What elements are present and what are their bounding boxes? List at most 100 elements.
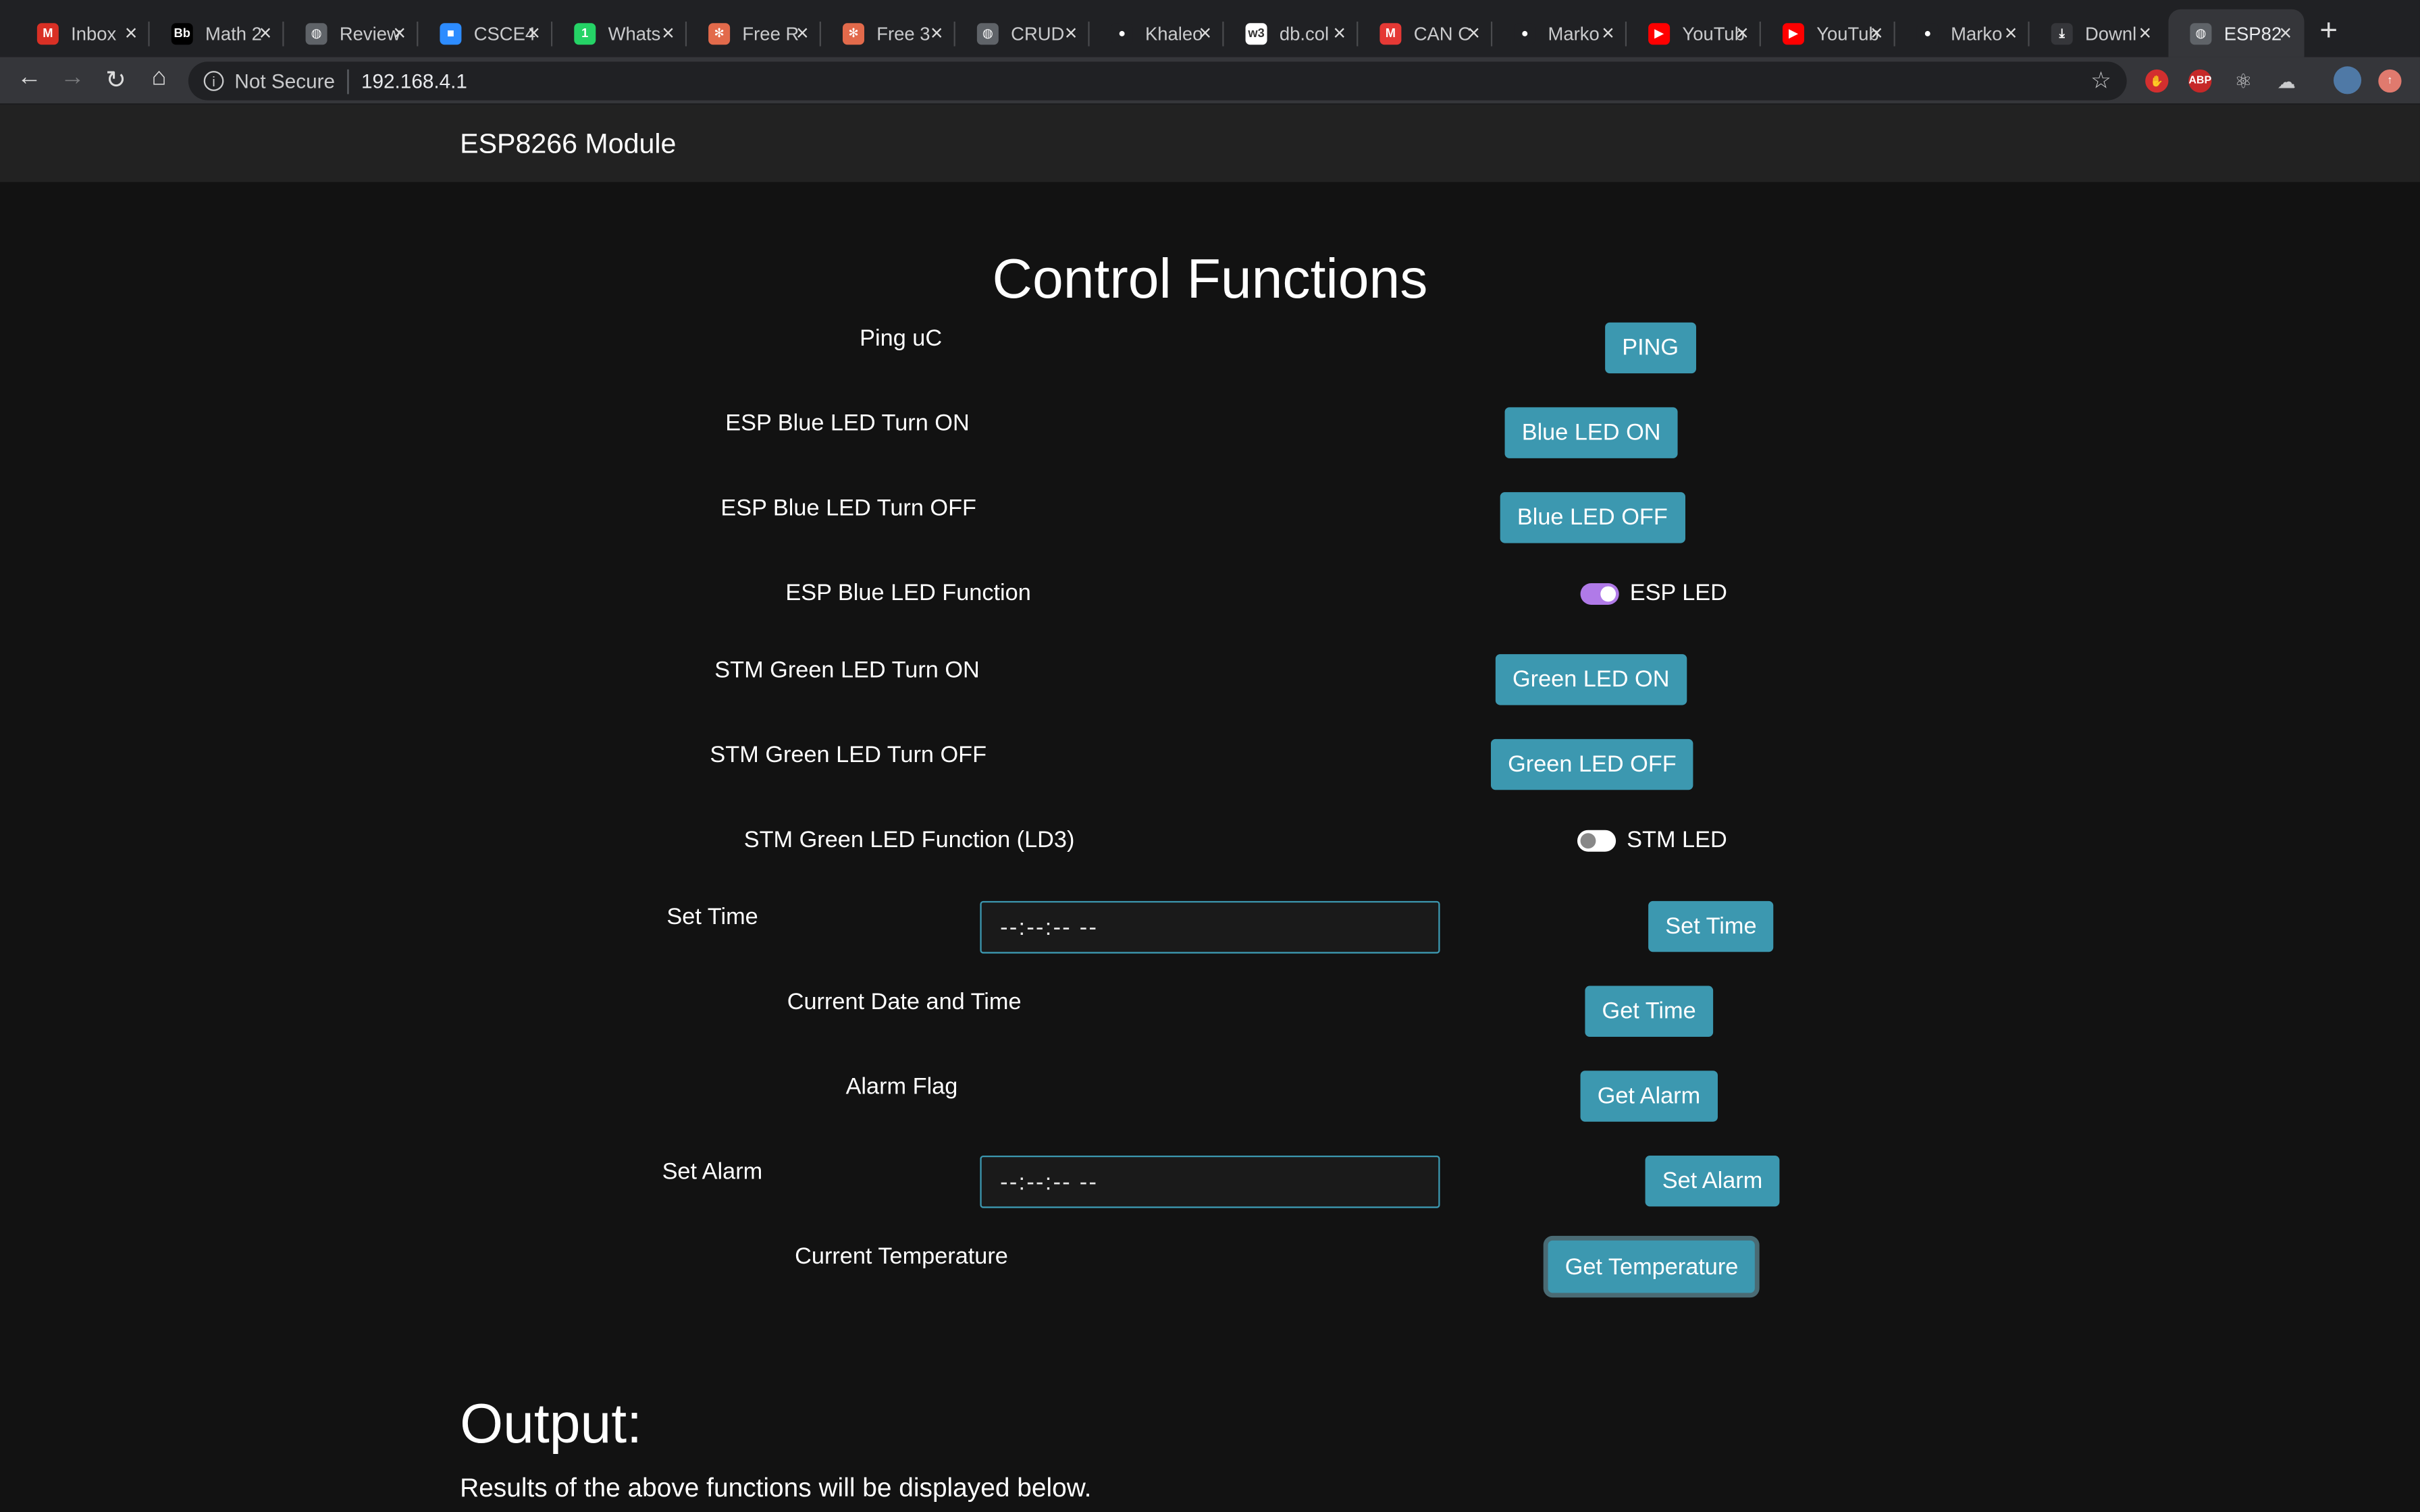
w3schools-icon: w3	[1245, 22, 1267, 45]
youtube-icon: ▶	[1782, 22, 1804, 45]
navbar-brand[interactable]: ESP8266 Module	[460, 128, 676, 161]
esp-led-toggle[interactable]: ESP LED	[1580, 580, 1727, 607]
blue-led-function-label: ESP Blue LED Function	[785, 580, 1031, 607]
browser-tab[interactable]: ✻ Free R ×	[687, 9, 821, 57]
tab-title: Free R	[742, 22, 799, 45]
whatsapp-icon: 1	[574, 22, 596, 45]
adblock-icon[interactable]: ABP	[2188, 69, 2212, 93]
browser-tab[interactable]: ▶ YouTub ×	[1761, 9, 1895, 57]
page-navbar	[0, 105, 2420, 182]
blue-led-off-label: ESP Blue LED Turn OFF	[720, 495, 976, 522]
stm-led-switch[interactable]	[1577, 829, 1616, 851]
browser-tab[interactable]: M Inbox ×	[16, 9, 150, 57]
close-tab-icon[interactable]: ×	[1065, 20, 1078, 45]
browser-tab[interactable]: ◍ CRUD ×	[955, 9, 1090, 57]
globe-icon: ◍	[2190, 22, 2212, 45]
close-tab-icon[interactable]: ×	[259, 20, 272, 45]
close-tab-icon[interactable]: ×	[527, 20, 540, 45]
forward-icon[interactable]: →	[57, 65, 88, 92]
green-led-off-button[interactable]: Green LED OFF	[1490, 738, 1693, 790]
set-time-button[interactable]: Set Time	[1648, 900, 1774, 952]
browser-tab[interactable]: ◍ ESP82 ×	[2168, 9, 2305, 57]
tab-title: Marko	[1548, 22, 1600, 45]
extension-stop-icon[interactable]: ✋	[2145, 69, 2169, 93]
close-tab-icon[interactable]: ×	[1736, 20, 1749, 45]
close-tab-icon[interactable]: ×	[1333, 20, 1346, 45]
browser-tab[interactable]: ● Marko ×	[1895, 9, 2030, 57]
get-temperature-button[interactable]: Get Temperature	[1548, 1240, 1756, 1293]
blue-led-on-button[interactable]: Blue LED ON	[1504, 407, 1678, 458]
close-tab-icon[interactable]: ×	[2005, 20, 2018, 45]
browser-tab[interactable]: Bb Math 2 ×	[150, 9, 284, 57]
tab-title: CRUD	[1011, 22, 1065, 45]
close-tab-icon[interactable]: ×	[1602, 20, 1614, 45]
react-devtools-icon[interactable]: ⚛	[2232, 69, 2255, 92]
browser-tab[interactable]: ◍ Review ×	[284, 9, 419, 57]
new-tab-icon[interactable]: +	[2319, 14, 2338, 50]
tab-title: Marko	[1951, 22, 2003, 45]
close-tab-icon[interactable]: ×	[393, 20, 406, 45]
close-tab-icon[interactable]: ×	[930, 20, 943, 45]
set-time-label: Set Time	[666, 904, 758, 931]
tab-title: YouTub	[1682, 22, 1745, 45]
blackboard-icon: Bb	[171, 22, 193, 45]
pinwheel-icon: ✻	[842, 22, 864, 45]
github-icon: ●	[1514, 22, 1536, 45]
switch-knob	[1580, 832, 1596, 848]
esp-led-toggle-label: ESP LED	[1629, 580, 1727, 607]
browser-tab[interactable]: ■ CSCE4 ×	[418, 9, 553, 57]
close-tab-icon[interactable]: ×	[1199, 20, 1212, 45]
close-tab-icon[interactable]: ×	[2280, 20, 2292, 45]
green-led-on-button[interactable]: Green LED ON	[1495, 654, 1687, 705]
back-icon[interactable]: ←	[14, 65, 45, 92]
tab-title: Inbox	[71, 22, 117, 45]
github-icon: ●	[1916, 22, 1939, 45]
tab-title: Free 3	[876, 22, 930, 45]
avatar[interactable]	[2333, 66, 2362, 94]
tab-title: CSCE4	[473, 22, 536, 45]
ping-button[interactable]: PING	[1605, 322, 1696, 374]
close-tab-icon[interactable]: ×	[1467, 20, 1480, 45]
microchip-icon: M	[1379, 22, 1402, 45]
tab-title: db.col	[1279, 22, 1330, 45]
stm-led-toggle[interactable]: STM LED	[1577, 827, 1727, 853]
extensions-icon[interactable]: ☁	[2275, 70, 2298, 92]
esp-led-switch[interactable]	[1580, 582, 1619, 604]
blue-led-off-button[interactable]: Blue LED OFF	[1500, 492, 1685, 543]
tab-title: YouTub	[1816, 22, 1879, 45]
home-icon[interactable]: ⌂	[144, 65, 175, 92]
url-text[interactable]: 192.168.4.1	[361, 70, 467, 92]
zoom-icon: ■	[440, 22, 462, 45]
update-icon[interactable]: ↑	[2378, 69, 2402, 93]
page-title: Control Functions	[992, 246, 1428, 310]
close-tab-icon[interactable]: ×	[125, 20, 138, 45]
get-time-button[interactable]: Get Time	[1585, 986, 1713, 1037]
browser-tab[interactable]: ⤓ Downl ×	[2030, 9, 2164, 57]
get-alarm-button[interactable]: Get Alarm	[1580, 1071, 1718, 1122]
reload-icon[interactable]: ↻	[101, 65, 132, 96]
browser-tab[interactable]: 1 Whats ×	[552, 9, 687, 57]
info-icon[interactable]: i	[203, 71, 224, 91]
browser-tab[interactable]: ● Marko ×	[1492, 9, 1627, 57]
browser-toolbar: ← → ↻ ⌂ i Not Secure 192.168.4.1 ☆ ✋ ABP…	[0, 57, 2420, 105]
close-tab-icon[interactable]: ×	[1870, 20, 1883, 45]
address-bar[interactable]: i Not Secure 192.168.4.1 ☆	[188, 61, 2127, 101]
close-tab-icon[interactable]: ×	[662, 20, 675, 45]
browser-tab[interactable]: w3 db.col ×	[1224, 9, 1359, 57]
close-tab-icon[interactable]: ×	[796, 20, 809, 45]
browser-tab[interactable]: M CAN C ×	[1358, 9, 1493, 57]
set-alarm-button[interactable]: Set Alarm	[1645, 1155, 1780, 1207]
current-temperature-label: Current Temperature	[795, 1243, 1008, 1270]
set-alarm-label: Set Alarm	[662, 1158, 763, 1185]
browser-tab[interactable]: ● Khaleo ×	[1090, 9, 1224, 57]
bookmark-star-icon[interactable]: ☆	[2090, 66, 2111, 94]
globe-icon: ◍	[976, 22, 999, 45]
browser-tab[interactable]: ▶ YouTub ×	[1627, 9, 1761, 57]
close-tab-icon[interactable]: ×	[2139, 20, 2152, 45]
youtube-icon: ▶	[1648, 22, 1671, 45]
set-time-input[interactable]: --:--:-- --	[980, 900, 1440, 954]
tab-title: Review	[339, 22, 400, 45]
output-description: Results of the above functions will be d…	[460, 1473, 1092, 1503]
set-alarm-input[interactable]: --:--:-- --	[980, 1155, 1440, 1208]
browser-tab[interactable]: ✻ Free 3 ×	[821, 9, 955, 57]
